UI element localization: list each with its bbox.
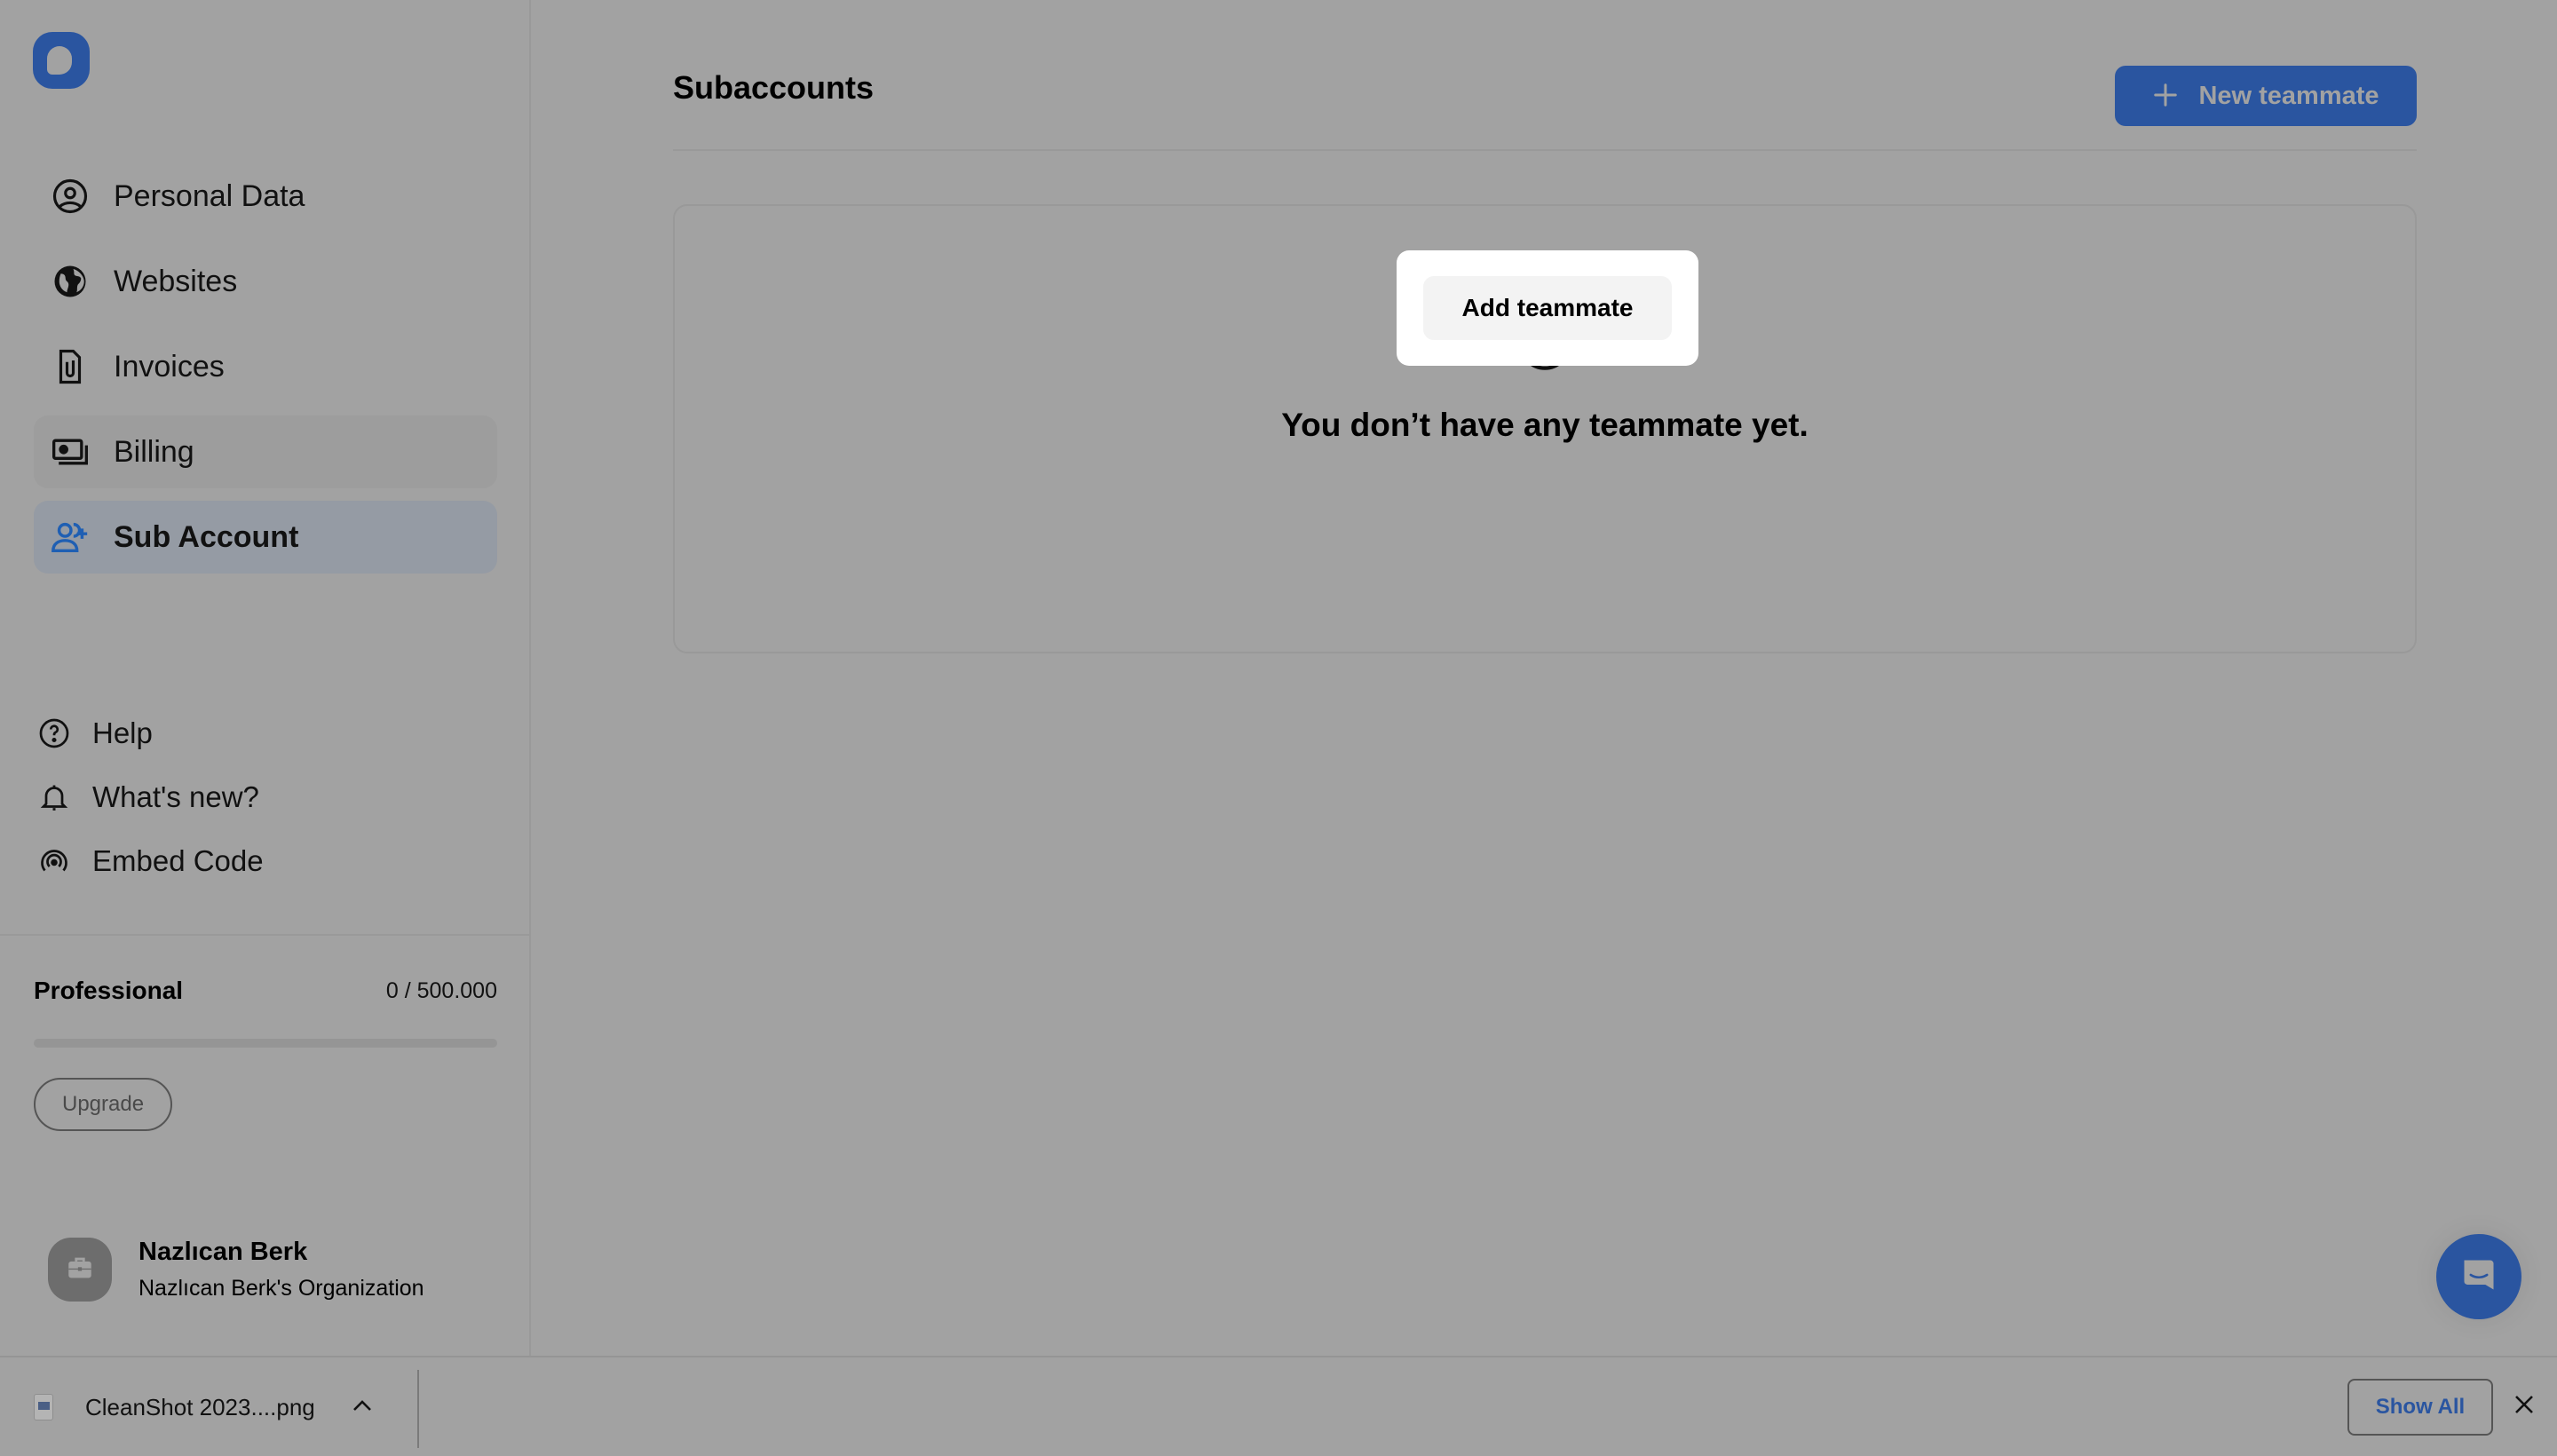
- bell-icon: [34, 777, 75, 818]
- plan-name: Professional: [34, 977, 184, 1004]
- sidebar-item-sub-account[interactable]: Sub Account: [34, 501, 497, 574]
- question-circle-icon: [34, 713, 75, 754]
- header-divider: [673, 149, 2417, 151]
- download-bar: CleanShot 2023....png Show All: [0, 1356, 2557, 1456]
- sidebar-item-personal-data[interactable]: Personal Data: [34, 160, 497, 233]
- sidebar-item-label: Personal Data: [114, 178, 305, 213]
- secondary-nav: Help What's new? Embed Code: [34, 701, 497, 893]
- new-teammate-label: New teammate: [2198, 81, 2379, 110]
- sidebar-item-label: Websites: [114, 264, 238, 298]
- brand-logo-icon[interactable]: [33, 32, 90, 89]
- broadcast-icon: [34, 841, 75, 882]
- add-teammate-button[interactable]: Add teammate: [1423, 276, 1672, 340]
- embed-code-label: Embed Code: [92, 844, 264, 877]
- whats-new-label: What's new?: [92, 780, 259, 813]
- plan-section: Professional 0 / 500.000 Upgrade: [34, 977, 497, 1131]
- document-attachment-icon: [50, 346, 91, 387]
- download-item[interactable]: CleanShot 2023....png: [34, 1384, 372, 1430]
- sidebar-item-websites[interactable]: Websites: [34, 245, 497, 318]
- chat-widget-button[interactable]: [2436, 1234, 2521, 1319]
- add-teammate-spotlight: Add teammate: [1397, 250, 1698, 366]
- page-title: Subaccounts: [673, 69, 875, 106]
- globe-icon: [50, 261, 91, 302]
- png-file-icon: [34, 1394, 53, 1420]
- sidebar-item-label: Invoices: [114, 349, 225, 384]
- upgrade-button[interactable]: Upgrade: [34, 1078, 173, 1131]
- new-teammate-button[interactable]: New teammate: [2115, 66, 2417, 126]
- user-plus-icon: [50, 517, 91, 558]
- download-file-name: CleanShot 2023....png: [85, 1393, 315, 1420]
- user-profile[interactable]: Nazlıcan Berk Nazlıcan Berk's Organizati…: [48, 1238, 424, 1302]
- download-separator: [417, 1370, 419, 1448]
- help-label: Help: [92, 716, 153, 749]
- whats-new-link[interactable]: What's new?: [34, 765, 497, 829]
- banknotes-icon: [50, 431, 91, 472]
- usage-progress-bar: [34, 1039, 497, 1048]
- user-name: Nazlıcan Berk: [139, 1238, 308, 1266]
- sidebar-item-label: Sub Account: [114, 519, 299, 554]
- sidebar-item-label: Billing: [114, 434, 194, 469]
- sidebar-divider: [0, 934, 531, 936]
- user-circle-icon: [50, 176, 91, 217]
- avatar: [48, 1238, 112, 1302]
- chat-bubble-icon: [2459, 1255, 2498, 1299]
- embed-code-link[interactable]: Embed Code: [34, 829, 497, 893]
- chevron-up-icon[interactable]: [352, 1399, 372, 1416]
- help-link[interactable]: Help: [34, 701, 497, 765]
- close-icon[interactable]: [2514, 1395, 2534, 1419]
- sidebar: Personal Data Websites Invoices Billing …: [0, 0, 531, 1356]
- sidebar-item-invoices[interactable]: Invoices: [34, 330, 497, 403]
- sidebar-nav: Personal Data Websites Invoices Billing …: [34, 160, 497, 586]
- sidebar-item-billing[interactable]: Billing: [34, 415, 497, 488]
- plus-icon: [2152, 82, 2179, 111]
- user-organization: Nazlıcan Berk's Organization: [139, 1276, 424, 1301]
- show-all-button[interactable]: Show All: [2347, 1379, 2493, 1436]
- briefcase-icon: [65, 1253, 95, 1287]
- plan-usage: 0 / 500.000: [385, 977, 497, 1003]
- empty-state-message: You don’t have any teammate yet.: [1281, 407, 1809, 443]
